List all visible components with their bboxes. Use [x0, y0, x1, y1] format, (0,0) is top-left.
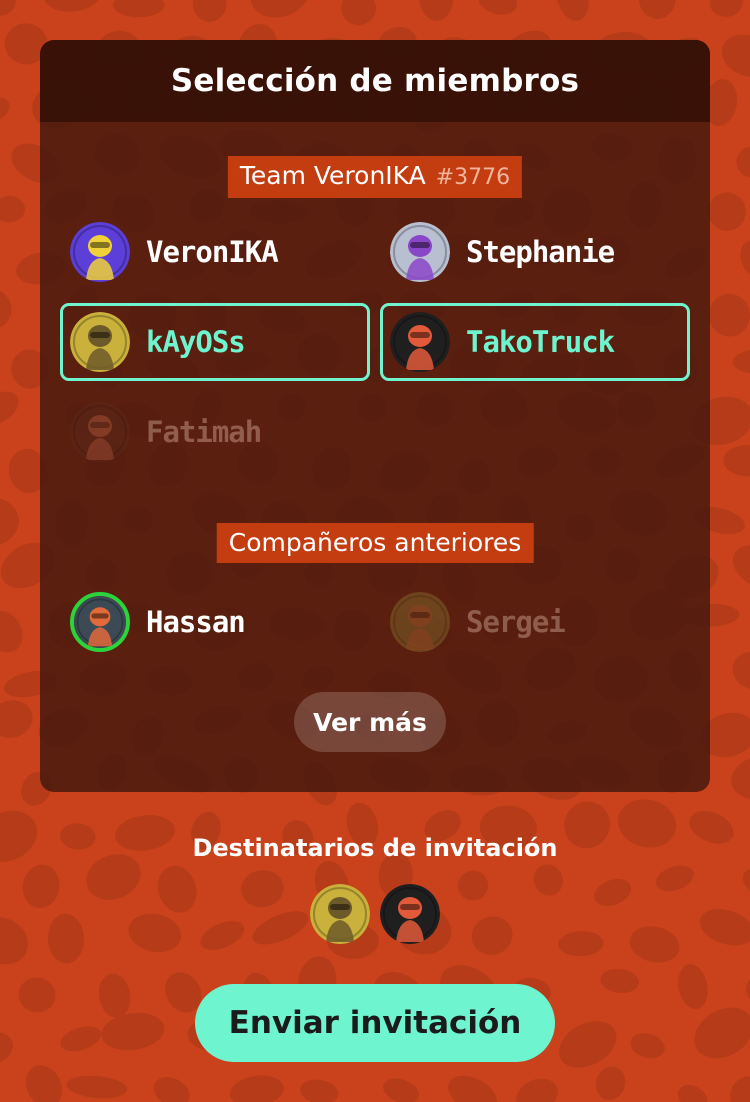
- team-tag: #3776: [435, 165, 511, 190]
- member-veronika[interactable]: VeronIKA: [60, 213, 370, 291]
- ink-blot: [101, 1012, 165, 1051]
- ink-blot: [723, 445, 750, 477]
- ink-blot: [98, 973, 131, 1018]
- ink-blot: [516, 1078, 558, 1102]
- avatar: [70, 592, 130, 652]
- ink-blot: [448, 1075, 497, 1102]
- ink-blot: [383, 1078, 420, 1102]
- ink-blot: [732, 651, 750, 690]
- panel-title: Selección de miembros: [170, 63, 580, 99]
- team-label: Team VeronIKA #3776: [227, 156, 523, 198]
- member-name: Fatimah: [146, 415, 262, 449]
- avatar: [70, 402, 130, 462]
- ink-blot: [341, 0, 377, 26]
- member-name: Sergei: [466, 605, 566, 639]
- panel-header: Selección de miembros: [40, 40, 710, 122]
- member-kayoss[interactable]: kAyOSs: [60, 303, 370, 381]
- ink-blot: [66, 1075, 128, 1099]
- ink-blot: [0, 0, 16, 16]
- member-fatimah[interactable]: Fatimah: [60, 393, 370, 471]
- ink-blot: [153, 1077, 190, 1102]
- member-sergei[interactable]: Sergei: [380, 583, 690, 661]
- ink-blot: [25, 1065, 63, 1102]
- member-name: TakoTruck: [466, 325, 615, 359]
- ink-blot: [600, 968, 639, 994]
- member-name: kAyOSs: [146, 325, 246, 359]
- ink-blot: [192, 0, 227, 22]
- avatar: [390, 592, 450, 652]
- ink-blot: [736, 146, 750, 178]
- recipients-title: Destinatarios de invitación: [192, 834, 558, 862]
- ink-blot: [731, 755, 750, 800]
- see-more-button[interactable]: Ver más: [294, 692, 446, 752]
- ink-blot: [42, 0, 102, 12]
- ink-blot: [732, 545, 750, 591]
- member-takotruck[interactable]: TakoTruck: [380, 303, 690, 381]
- ink-blot: [730, 1076, 750, 1102]
- ink-blot: [113, 0, 165, 18]
- recipient-avatar: [310, 884, 370, 944]
- recipients-list: [0, 884, 750, 944]
- ink-blot: [732, 348, 750, 374]
- send-invitation-button[interactable]: Enviar invitación: [195, 984, 555, 1062]
- ink-blot: [0, 1032, 13, 1063]
- ink-blot: [478, 0, 518, 15]
- ink-blot: [746, 975, 750, 1005]
- ink-blot: [0, 611, 23, 653]
- ink-blot: [677, 1085, 708, 1102]
- team-name: Team VeronIKA: [239, 161, 426, 190]
- avatar: [70, 312, 130, 372]
- ink-blot: [250, 0, 311, 18]
- member-hassan[interactable]: Hassan: [60, 583, 370, 661]
- ink-blot: [556, 0, 589, 21]
- ink-blot: [0, 391, 19, 426]
- recipient-avatar: [380, 884, 440, 944]
- ink-blot: [595, 1066, 626, 1101]
- ink-blot: [630, 1033, 665, 1059]
- member-name: Hassan: [146, 605, 246, 639]
- ink-blot: [709, 0, 743, 17]
- ink-blot: [0, 700, 33, 738]
- ink-blot: [18, 977, 56, 1013]
- member-name: Stephanie: [466, 235, 615, 269]
- ink-blot: [0, 97, 10, 123]
- member-name: VeronIKA: [146, 235, 279, 269]
- ink-blot: [721, 34, 750, 77]
- ink-blot: [418, 0, 454, 21]
- member-stephanie[interactable]: Stephanie: [380, 213, 690, 291]
- ink-blot: [708, 293, 750, 337]
- avatar: [390, 312, 450, 372]
- member-selection-panel: Selección de miembros Team VeronIKA #377…: [40, 40, 710, 792]
- ink-blot: [0, 497, 19, 547]
- ink-blot: [740, 240, 750, 279]
- ink-blot: [638, 0, 676, 19]
- previous-teammates-label: Compañeros anteriores: [216, 523, 534, 563]
- avatar: [70, 222, 130, 282]
- ink-blot: [678, 964, 708, 1009]
- ink-blot: [0, 195, 25, 223]
- ink-blot: [230, 1075, 284, 1102]
- avatar: [390, 222, 450, 282]
- ink-blot: [60, 1026, 102, 1052]
- ink-blot: [300, 1079, 339, 1102]
- ink-blot: [0, 287, 12, 330]
